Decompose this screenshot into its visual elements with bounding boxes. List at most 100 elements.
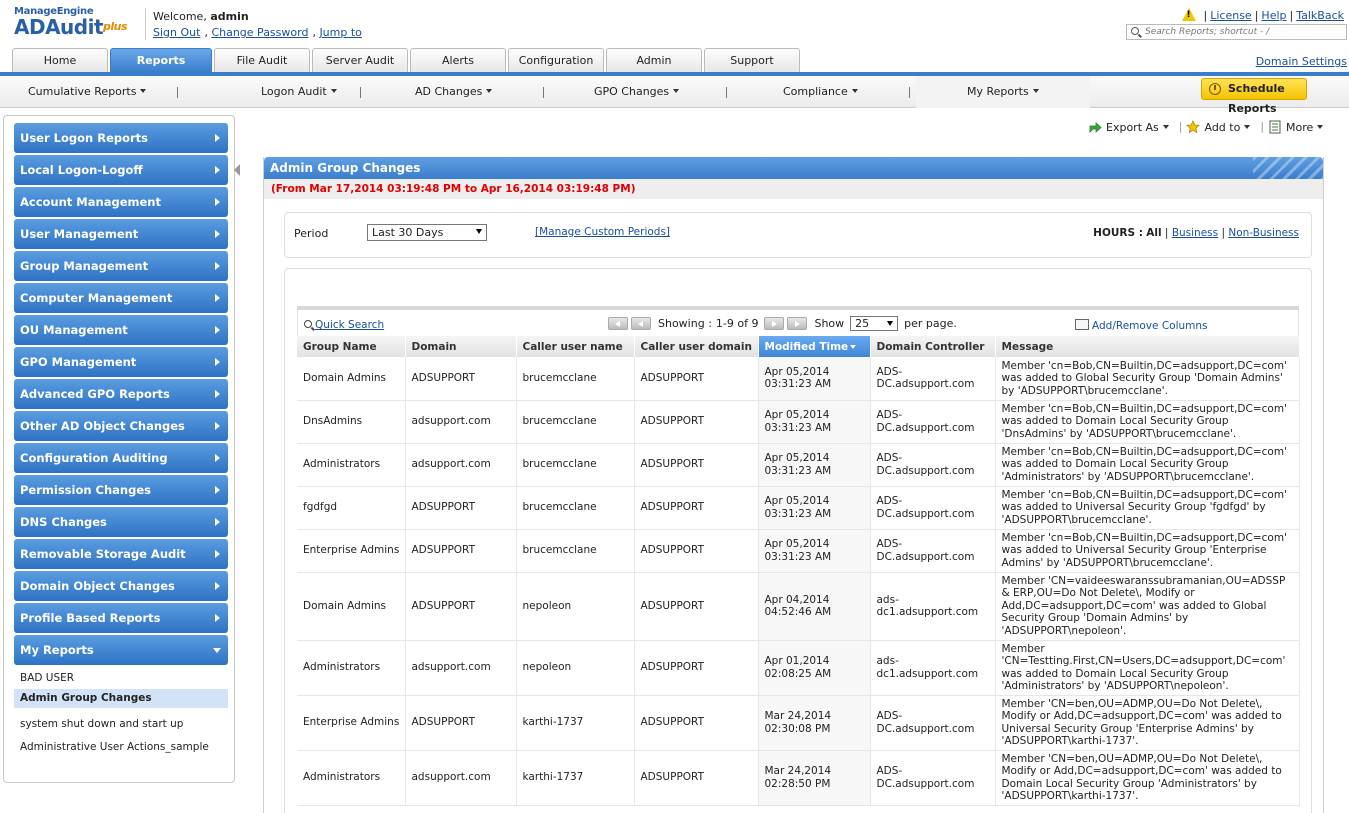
sign-out-link[interactable]: Sign Out	[153, 26, 200, 39]
hours-filter: HOURS : All | Business | Non-Business	[1093, 227, 1299, 239]
column-header-caller-user-domain[interactable]: Caller user domain	[634, 336, 759, 357]
caller-user-name-cell: nepoleon	[516, 572, 635, 641]
add-to-menu[interactable]: Add to	[1186, 120, 1251, 134]
my-report-admin-group-changes[interactable]: Admin Group Changes	[14, 689, 228, 708]
table-row[interactable]: Administrators adsupport.com karthi-1737 AD…	[297, 750, 1300, 806]
welcome-prefix: Welcome,	[153, 10, 207, 23]
previous-page-button[interactable]	[631, 317, 651, 330]
tab-file-audit[interactable]: File Audit	[214, 48, 310, 72]
tab-admin[interactable]: Admin	[606, 48, 702, 72]
hours-all-option[interactable]: All	[1146, 227, 1161, 239]
sidebar-item-computer-management[interactable]: Computer Management	[14, 283, 228, 313]
tab-configuration[interactable]: Configuration	[508, 48, 604, 72]
first-page-button[interactable]	[608, 317, 628, 330]
column-header-caller-user-name[interactable]: Caller user name	[516, 336, 635, 357]
sidebar-item-user-logon-reports[interactable]: User Logon Reports	[14, 123, 228, 153]
column-header-modified-time[interactable]: Modified Time	[758, 336, 871, 357]
tab-reports[interactable]: Reports	[110, 48, 212, 72]
submenu-logon-audit[interactable]: Logon Audit	[261, 76, 337, 108]
sidebar-item-configuration-auditing[interactable]: Configuration Auditing	[14, 443, 228, 473]
sidebar-item-account-management[interactable]: Account Management	[14, 187, 228, 217]
sidebar-collapse-icon[interactable]	[234, 164, 240, 176]
table-row[interactable]: Administrators adsupport.com brucemcclane A…	[297, 443, 1300, 487]
sidebar-item-group-management[interactable]: Group Management	[14, 251, 228, 281]
chevron-right-icon	[215, 198, 220, 206]
warning-icon[interactable]	[1181, 8, 1196, 21]
table-row[interactable]: fgdfgd ADSUPPORT brucemcclane ADSUPPORT Apr …	[297, 486, 1300, 530]
column-header-group-name[interactable]: Group Name	[297, 336, 406, 357]
change-password-link[interactable]: Change Password	[211, 26, 308, 39]
license-link[interactable]: License	[1210, 9, 1251, 22]
sidebar-item-my-reports[interactable]: My Reports	[14, 635, 228, 665]
table-body: Domain Admins ADSUPPORT brucemcclane ADSUPP…	[297, 357, 1300, 806]
show-label: Show	[814, 317, 845, 330]
sidebar-item-removable-storage-audit[interactable]: Removable Storage Audit	[14, 539, 228, 569]
add-remove-columns[interactable]: Add/Remove Columns	[1075, 319, 1208, 332]
submenu-label: My Reports	[967, 85, 1029, 98]
logo-product: ADAudit	[14, 15, 104, 39]
table-row[interactable]: Enterprise Admins ADSUPPORT karthi-1737 ADS…	[297, 695, 1300, 751]
column-header-domain-controller[interactable]: Domain Controller	[870, 336, 996, 357]
submenu-my-reports[interactable]: My Reports	[967, 76, 1039, 108]
table-row[interactable]: Domain Admins ADSUPPORT nepoleon ADSUPPORT A…	[297, 572, 1300, 641]
per-page-label: per page.	[904, 317, 957, 330]
page-size-value: 25	[855, 317, 870, 330]
page-size-select[interactable]: 25	[850, 316, 899, 331]
export-as-label: Export As	[1106, 120, 1159, 134]
next-page-button[interactable]	[764, 317, 785, 330]
column-header-domain[interactable]: Domain	[405, 336, 517, 357]
sidebar-item-label: Local Logon-Logoff	[20, 163, 143, 177]
sidebar-item-local-logon-logoff[interactable]: Local Logon-Logoff	[14, 155, 228, 185]
submenu-ad-changes[interactable]: AD Changes	[415, 76, 493, 108]
chevron-right-icon	[215, 486, 220, 494]
search-reports-input[interactable]: Search Reports; shortcut - /	[1126, 24, 1347, 40]
column-header-message[interactable]: Message	[995, 336, 1300, 357]
sidebar-item-other-ad-object-changes[interactable]: Other AD Object Changes	[14, 411, 228, 441]
sidebar-item-user-management[interactable]: User Management	[14, 219, 228, 249]
my-report-system-shutdown[interactable]: system shut down and start up	[14, 715, 228, 734]
sidebar-item-advanced-gpo-reports[interactable]: Advanced GPO Reports	[14, 379, 228, 409]
table-row[interactable]: Domain Admins ADSUPPORT brucemcclane ADSUPP…	[297, 357, 1300, 401]
sidebar-item-label: Profile Based Reports	[20, 611, 161, 625]
manage-custom-periods-link[interactable]: [Manage Custom Periods]	[535, 226, 670, 238]
sidebar-item-ou-management[interactable]: OU Management	[14, 315, 228, 345]
sidebar-item-dns-changes[interactable]: DNS Changes	[14, 507, 228, 537]
sidebar-item-permission-changes[interactable]: Permission Changes	[14, 475, 228, 505]
tab-home[interactable]: Home	[12, 48, 108, 72]
submenu-gpo-changes[interactable]: GPO Changes	[594, 76, 680, 108]
sidebar-item-profile-based-reports[interactable]: Profile Based Reports	[14, 603, 228, 633]
help-link[interactable]: Help	[1261, 9, 1286, 22]
period-select[interactable]: Last 30 Days	[367, 224, 487, 241]
modified-time-cell: Apr 05,2014 03:31:23 AM	[758, 443, 871, 487]
schedule-reports-button[interactable]: Schedule Reports	[1201, 78, 1307, 115]
my-report-administrative-user-actions[interactable]: Administrative User Actions_sample	[14, 738, 228, 757]
hours-business-link[interactable]: Business	[1172, 227, 1218, 239]
last-page-button[interactable]	[787, 317, 808, 330]
domain-controller-cell: ADS-DC.adsupport.com	[870, 443, 996, 487]
report-title: Admin Group Changes	[270, 161, 421, 175]
schedule-reports-label: Schedule Reports	[1228, 82, 1285, 115]
product-logo[interactable]: ManageEngine ADAuditplus	[14, 6, 128, 39]
tab-server-audit[interactable]: Server Audit	[312, 48, 408, 72]
group-name-cell: Enterprise Admins	[297, 529, 406, 573]
hours-non-business-link[interactable]: Non-Business	[1228, 227, 1299, 239]
submenu-cumulative-reports[interactable]: Cumulative Reports	[28, 76, 147, 108]
talkback-link[interactable]: TalkBack	[1296, 9, 1344, 22]
table-row[interactable]: Administrators adsupport.com nepoleon ADSUP…	[297, 640, 1300, 696]
quick-search-link[interactable]: Quick Search	[315, 319, 384, 331]
domain-settings-link[interactable]: Domain Settings	[1256, 55, 1347, 68]
table-row[interactable]: DnsAdmins adsupport.com brucemcclane ADSUPP…	[297, 400, 1300, 444]
more-menu[interactable]: More	[1268, 120, 1324, 134]
jump-to-link[interactable]: Jump to	[319, 26, 361, 39]
tab-support[interactable]: Support	[704, 48, 800, 72]
my-report-bad-user[interactable]: BAD USER	[14, 669, 228, 688]
sidebar-item-gpo-management[interactable]: GPO Management	[14, 347, 228, 377]
export-as-menu[interactable]: Export As	[1088, 120, 1169, 134]
sidebar-item-domain-object-changes[interactable]: Domain Object Changes	[14, 571, 228, 601]
submenu-compliance[interactable]: Compliance	[783, 76, 858, 108]
table-row[interactable]: Enterprise Admins ADSUPPORT brucemcclane AD…	[297, 529, 1300, 573]
quick-search[interactable]: Quick Search	[304, 319, 384, 331]
domain-cell: adsupport.com	[405, 443, 517, 487]
tab-alerts[interactable]: Alerts	[410, 48, 506, 72]
domain-cell: adsupport.com	[405, 640, 517, 696]
